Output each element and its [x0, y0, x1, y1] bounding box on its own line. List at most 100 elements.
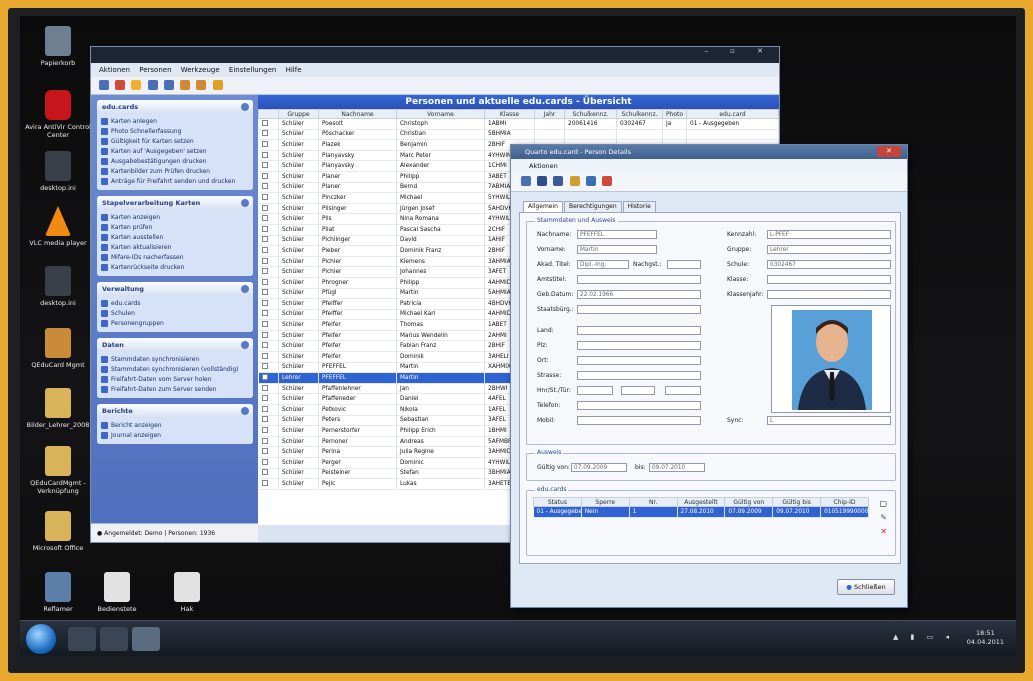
- desktop-icon-qeducard[interactable]: QEduCard Mgmt: [23, 328, 93, 369]
- strasse-field[interactable]: [577, 371, 701, 380]
- row-checkbox[interactable]: [261, 479, 268, 486]
- table-row[interactable]: Schüler Poesolt Christoph 1ABMI 20061416 0302…: [258, 118, 779, 130]
- row-checkbox[interactable]: [261, 130, 268, 137]
- tab-historie[interactable]: Historie: [622, 201, 656, 212]
- mobil-field[interactable]: [577, 416, 701, 425]
- row-checkbox[interactable]: [261, 225, 268, 232]
- edit-icon[interactable]: [131, 80, 142, 90]
- row-checkbox[interactable]: [261, 331, 268, 338]
- clock[interactable]: 18:51 04.04.2011: [967, 629, 1004, 647]
- column-header[interactable]: Schulkennz.: [616, 109, 663, 119]
- gueltig-bis-field[interactable]: 09.07.2010: [649, 463, 705, 472]
- desktop-icon-recycle-bin[interactable]: Papierkorb: [23, 26, 93, 67]
- row-checkbox[interactable]: [261, 246, 268, 253]
- system-tray[interactable]: ▲ ▮ ▭ ◂: [893, 633, 954, 641]
- lock-icon[interactable]: [180, 80, 191, 90]
- save-icon[interactable]: [99, 80, 109, 90]
- tab-allgemein[interactable]: Allgemein: [523, 201, 563, 212]
- row-checkbox-cell[interactable]: [258, 446, 279, 458]
- ort-field[interactable]: [577, 356, 701, 365]
- person-photo[interactable]: [771, 305, 891, 413]
- row-checkbox[interactable]: [261, 268, 268, 275]
- desktop-icon-ms-office[interactable]: Microsoft Office: [23, 511, 93, 552]
- row-checkbox[interactable]: [261, 257, 268, 264]
- help-icon[interactable]: [569, 176, 580, 186]
- panel-header[interactable]: edu.cards: [97, 100, 253, 114]
- desktop-icon-qeducard-shortcut[interactable]: QEduCardMgmt - Verknüpfung: [23, 446, 93, 495]
- panel-header[interactable]: Verwaltung: [97, 282, 253, 296]
- stiege-field[interactable]: [621, 386, 655, 395]
- sidebar-item-stapel[interactable]: Mifare-IDs nacherfassen: [101, 253, 249, 263]
- row-checkbox[interactable]: [261, 162, 268, 169]
- row-checkbox-cell[interactable]: [258, 404, 279, 416]
- dialog-titlebar[interactable]: Quarto edu.card - Person Details ✕: [511, 145, 907, 159]
- klasse-field[interactable]: [767, 275, 891, 284]
- row-checkbox-cell[interactable]: [258, 362, 279, 374]
- lock-open-icon[interactable]: [196, 80, 207, 90]
- row-checkbox[interactable]: [261, 172, 268, 179]
- sidebar-item-daten[interactable]: Stammdaten synchronisieren: [101, 355, 249, 365]
- row-checkbox[interactable]: [261, 405, 268, 412]
- plz-field[interactable]: [577, 341, 701, 350]
- sidebar-item-verwaltung[interactable]: edu.cards: [101, 299, 249, 309]
- row-checkbox[interactable]: [261, 352, 268, 359]
- card-column-header[interactable]: Ausgestellt: [676, 497, 726, 507]
- column-header[interactable]: Photo: [662, 109, 687, 119]
- row-checkbox[interactable]: [261, 437, 268, 444]
- row-checkbox[interactable]: [261, 374, 268, 381]
- row-checkbox-cell[interactable]: [258, 182, 279, 194]
- row-checkbox-cell[interactable]: [258, 160, 279, 172]
- row-checkbox[interactable]: [261, 384, 268, 391]
- row-checkbox[interactable]: [261, 236, 268, 243]
- sidebar-item-educards[interactable]: Kartenbilder zum Prüfen drucken: [101, 167, 249, 177]
- list-icon[interactable]: [147, 80, 158, 90]
- taskbar-media-player[interactable]: [100, 627, 128, 651]
- row-checkbox[interactable]: [261, 151, 268, 158]
- card-icon[interactable]: [537, 176, 548, 186]
- row-checkbox-cell[interactable]: [258, 277, 279, 289]
- row-checkbox-cell[interactable]: [258, 298, 279, 310]
- row-checkbox[interactable]: [261, 278, 268, 285]
- row-checkbox-cell[interactable]: [258, 266, 279, 278]
- row-checkbox-cell[interactable]: [258, 256, 279, 268]
- panel-header[interactable]: Berichte: [97, 404, 253, 418]
- row-checkbox[interactable]: [261, 299, 268, 306]
- table-row[interactable]: Schüler Pöschacker Christian 5BHMIA: [258, 129, 779, 141]
- collapse-icon[interactable]: [241, 199, 249, 207]
- desktop-icon-avira[interactable]: Avira AntiVir Control Center: [23, 90, 93, 139]
- card-column-header[interactable]: Status: [533, 497, 582, 507]
- card-row[interactable]: 01 - Ausgegeben Nein 1 27.08.2010 07.09.2009…: [533, 506, 869, 518]
- card-column-header[interactable]: Chip-ID: [820, 497, 869, 507]
- key-icon[interactable]: [602, 176, 613, 186]
- land-field[interactable]: [577, 326, 701, 335]
- sidebar-item-educards[interactable]: Karten anlegen: [101, 117, 249, 127]
- column-header[interactable]: Klasse: [484, 109, 535, 119]
- collapse-icon[interactable]: [241, 407, 249, 415]
- gruppe-select[interactable]: Lehrer: [767, 245, 891, 254]
- row-checkbox-cell[interactable]: [258, 383, 279, 395]
- schule-select[interactable]: 0302467: [767, 260, 891, 269]
- nachname-field[interactable]: PFEFFEL: [577, 230, 657, 239]
- row-checkbox-cell[interactable]: [258, 319, 279, 331]
- menu-werkzeuge[interactable]: Werkzeuge: [181, 66, 220, 74]
- staat-field[interactable]: [577, 305, 701, 314]
- collapse-icon[interactable]: [241, 285, 249, 293]
- menu-hilfe[interactable]: Hilfe: [286, 66, 302, 74]
- sidebar-item-stapel[interactable]: Karten prüfen: [101, 223, 249, 233]
- sidebar-item-daten[interactable]: Stammdaten synchronisieren (vollständig): [101, 365, 249, 375]
- delete-card-icon[interactable]: ✕: [880, 527, 887, 536]
- edit-card-icon[interactable]: ✎: [880, 513, 887, 522]
- column-header[interactable]: Vorname: [396, 109, 485, 119]
- main-titlebar[interactable]: – ▫ ✕: [91, 47, 779, 63]
- row-checkbox-cell[interactable]: [258, 235, 279, 247]
- row-checkbox-cell[interactable]: [258, 118, 279, 130]
- column-header[interactable]: Schulkennz.: [564, 109, 617, 119]
- row-checkbox[interactable]: [261, 119, 268, 126]
- card-column-header[interactable]: Gültig bis: [772, 497, 822, 507]
- tuer-field[interactable]: [665, 386, 701, 395]
- row-checkbox[interactable]: [261, 310, 268, 317]
- sidebar-item-stapel[interactable]: Karten aktualisieren: [101, 243, 249, 253]
- dialog-close-button[interactable]: ✕: [877, 146, 901, 157]
- new-card-icon[interactable]: ▢: [879, 499, 887, 508]
- sidebar-item-educards[interactable]: Photo Schnellerfassung: [101, 127, 249, 137]
